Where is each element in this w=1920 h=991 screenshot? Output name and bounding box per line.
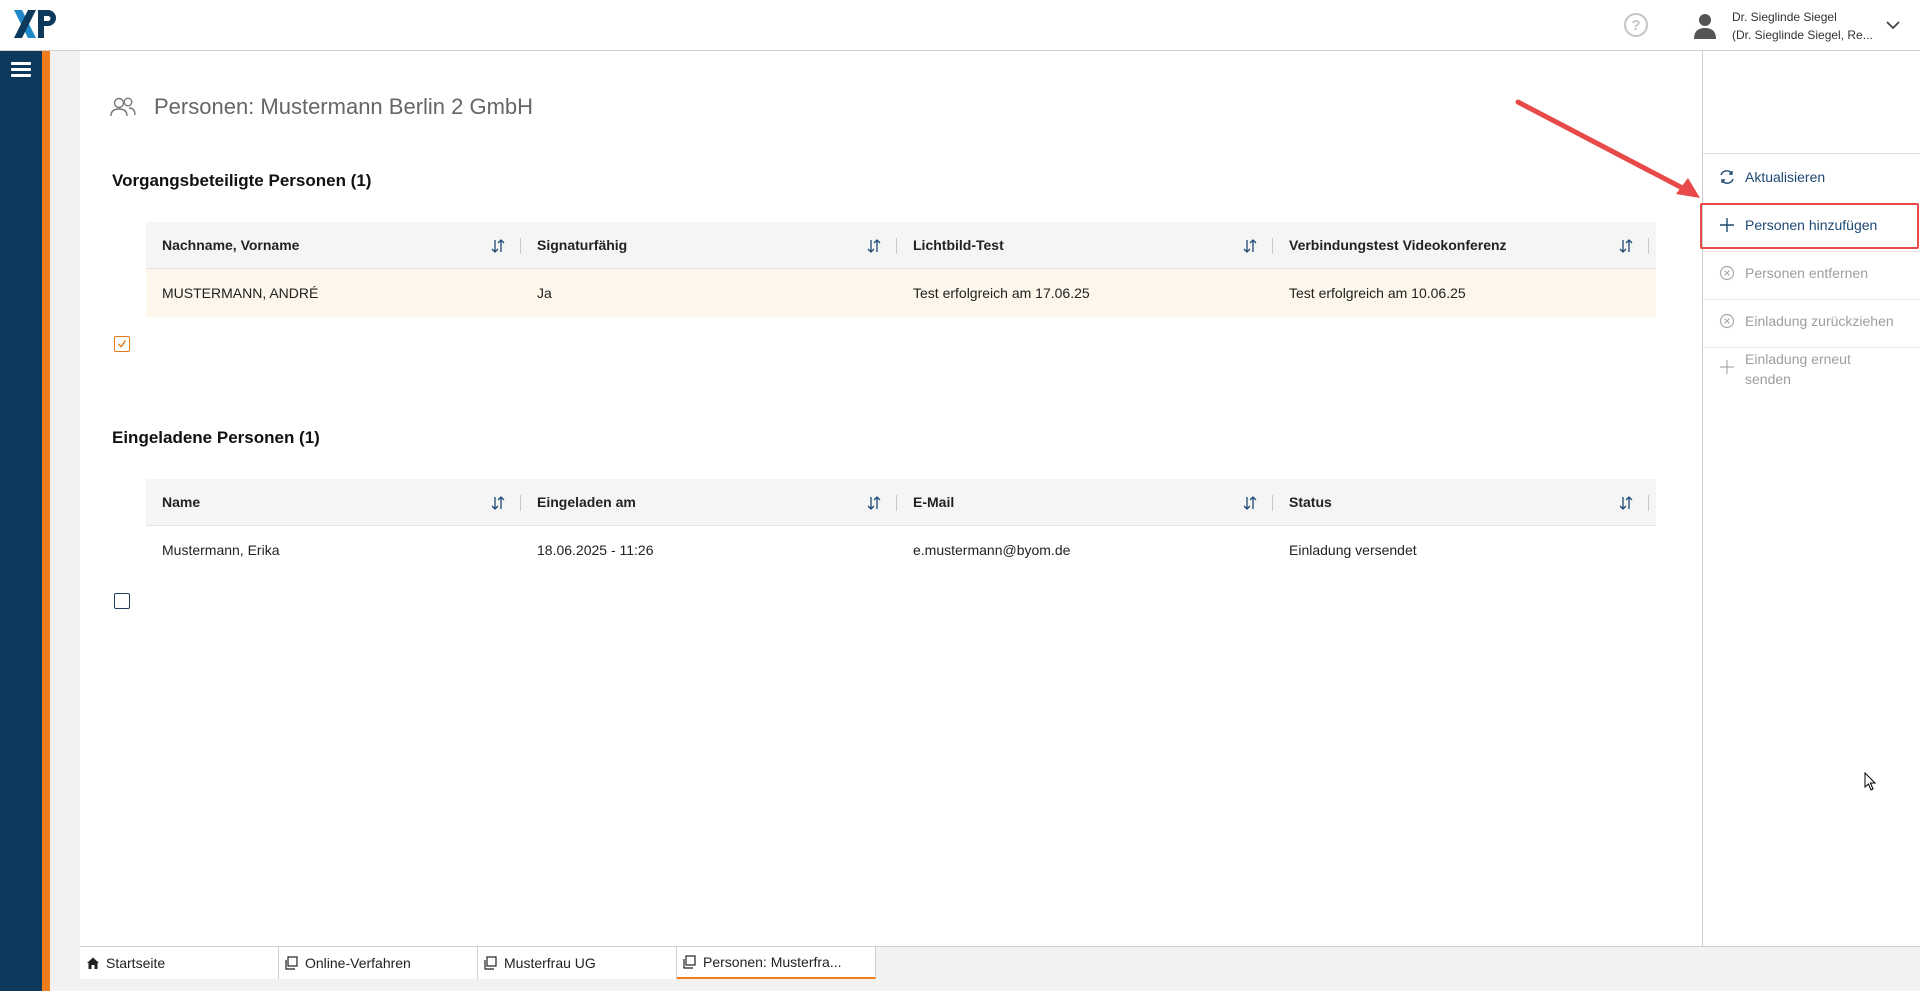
refresh-icon (1720, 170, 1734, 184)
user-subtitle: (Dr. Sieglinde Siegel, Re... (1732, 28, 1873, 42)
plus-icon (1720, 360, 1734, 374)
column-header-name[interactable]: Nachname, Vorname (146, 222, 521, 268)
document-icon (484, 956, 497, 970)
user-avatar-icon[interactable] (1692, 12, 1718, 40)
cell-invited-at: 18.06.2025 - 11:26 (537, 542, 654, 558)
column-header-status[interactable]: Status (1273, 479, 1649, 525)
divider (1703, 299, 1920, 300)
remove-persons-button[interactable]: Personen entfernen (1703, 263, 1920, 283)
sidebar-accent-bar (42, 51, 50, 991)
content-gutter (50, 51, 80, 991)
sort-icon[interactable] (1243, 494, 1257, 512)
people-icon (110, 97, 136, 117)
highlight-annotation (1700, 203, 1919, 249)
sort-icon[interactable] (491, 494, 505, 512)
table-header: Nachname, Vorname Signaturfähig Lichtbil… (146, 222, 1656, 269)
withdraw-invitation-label: Einladung zurückziehen (1745, 313, 1894, 329)
invited-table: Name Eingeladen am E-Mail Status Musterm… (146, 479, 1656, 574)
row-checkbox-checked[interactable] (114, 336, 130, 352)
sort-icon[interactable] (491, 237, 505, 255)
user-info[interactable]: Dr. Sieglinde Siegel (Dr. Sieglinde Sieg… (1732, 8, 1882, 44)
tab-label: Personen: Musterfra... (703, 954, 842, 970)
sort-icon[interactable] (867, 494, 881, 512)
tab-musterfrau-ug[interactable]: Musterfrau UG (478, 947, 677, 979)
cell-photo-test: Test erfolgreich am 17.06.25 (913, 285, 1090, 301)
cell-status: Einladung versendet (1289, 542, 1417, 558)
refresh-button[interactable]: Aktualisieren (1703, 167, 1920, 187)
divider (1703, 251, 1920, 252)
annotation-arrow-icon (1515, 99, 1700, 198)
tab-online-verfahren[interactable]: Online-Verfahren (279, 947, 478, 979)
resend-invitation-label-line2: senden (1745, 371, 1791, 387)
hamburger-menu-icon[interactable] (11, 62, 31, 80)
home-icon (87, 957, 99, 969)
participants-table: Nachname, Vorname Signaturfähig Lichtbil… (146, 222, 1656, 317)
action-panel: Aktualisieren Personen hinzufügen Person… (1702, 51, 1920, 946)
tab-startseite[interactable]: Startseite (80, 947, 279, 979)
tab-label: Musterfrau UG (504, 955, 596, 971)
resend-invitation-button[interactable]: Einladung erneut senden (1703, 349, 1920, 389)
table-row[interactable]: Mustermann, Erika 18.06.2025 - 11:26 e.m… (146, 526, 1656, 574)
top-bar: ? Dr. Sieglinde Siegel (Dr. Sieglinde Si… (0, 0, 1920, 51)
cell-name: Mustermann, Erika (162, 542, 280, 558)
row-checkbox-unchecked[interactable] (114, 593, 130, 609)
main-content: Personen: Mustermann Berlin 2 GmbH Vorga… (80, 51, 1702, 946)
table-header: Name Eingeladen am E-Mail Status (146, 479, 1656, 526)
chevron-down-icon[interactable] (1884, 16, 1902, 34)
sort-icon[interactable] (1243, 237, 1257, 255)
user-name: Dr. Sieglinde Siegel (1732, 10, 1837, 24)
xp-logo[interactable] (12, 8, 62, 40)
column-header-photo-test[interactable]: Lichtbild-Test (897, 222, 1273, 268)
sort-icon[interactable] (1619, 237, 1633, 255)
cell-email: e.mustermann@byom.de (913, 542, 1071, 558)
column-header-signature[interactable]: Signaturfähig (521, 222, 897, 268)
tab-label: Startseite (106, 955, 166, 971)
sort-icon[interactable] (1619, 494, 1633, 512)
document-icon (683, 955, 696, 969)
remove-persons-label: Personen entfernen (1745, 265, 1868, 281)
resend-invitation-label-line1: Einladung erneut (1745, 351, 1851, 367)
document-icon (285, 956, 298, 970)
column-header-name[interactable]: Name (146, 479, 521, 525)
section-title-invited: Eingeladene Personen (1) (112, 428, 320, 447)
sort-icon[interactable] (867, 237, 881, 255)
mouse-cursor-icon (1864, 772, 1877, 791)
circle-x-icon (1719, 313, 1735, 329)
divider (1703, 153, 1920, 154)
withdraw-invitation-button[interactable]: Einladung zurückziehen (1703, 311, 1920, 331)
tab-personen[interactable]: Personen: Musterfra... (677, 947, 876, 979)
divider (1703, 347, 1920, 348)
left-sidebar (0, 51, 42, 991)
column-header-invited-at[interactable]: Eingeladen am (521, 479, 897, 525)
cell-video-test: Test erfolgreich am 10.06.25 (1289, 285, 1466, 301)
tab-label: Online-Verfahren (305, 955, 411, 971)
column-header-email[interactable]: E-Mail (897, 479, 1273, 525)
page-header: Personen: Mustermann Berlin 2 GmbH (110, 94, 533, 120)
cell-signature: Ja (537, 285, 552, 301)
refresh-label: Aktualisieren (1745, 169, 1826, 185)
cell-name: MUSTERMANN, ANDRÉ (162, 285, 319, 301)
circle-x-icon (1719, 265, 1735, 281)
column-header-video-test[interactable]: Verbindungstest Videokonferenz (1273, 222, 1649, 268)
bottom-tab-bar: Startseite Online-Verfahren Musterfrau U… (80, 946, 1920, 991)
table-row[interactable]: MUSTERMANN, ANDRÉ Ja Test erfolgreich am… (146, 269, 1656, 317)
page-title: Personen: Mustermann Berlin 2 GmbH (154, 94, 534, 119)
help-icon[interactable]: ? (1624, 13, 1648, 37)
section-title-participants: Vorgangsbeteiligte Personen (1) (112, 171, 372, 190)
